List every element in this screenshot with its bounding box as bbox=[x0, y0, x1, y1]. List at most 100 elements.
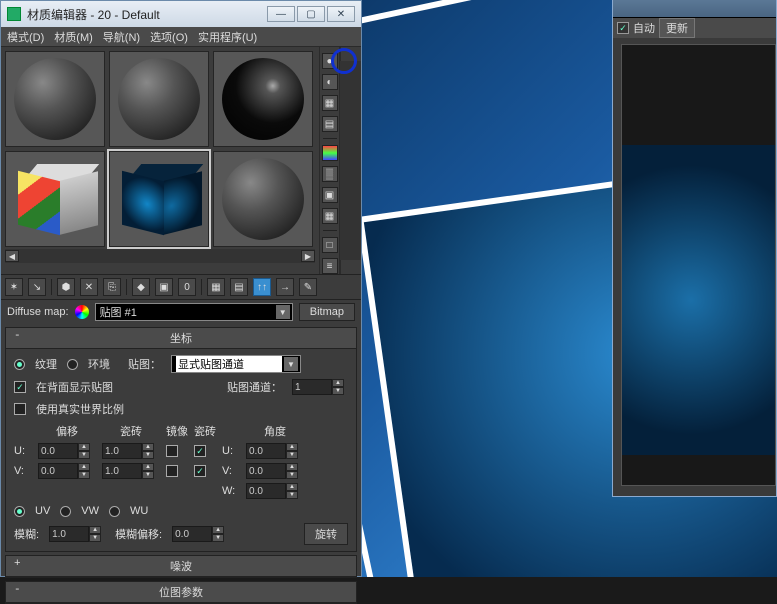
put-to-library-icon[interactable]: ▣ bbox=[155, 278, 173, 296]
preview-titlebar[interactable] bbox=[613, 0, 776, 18]
mirror-head: 镜像 bbox=[166, 423, 188, 439]
go-forward-icon[interactable]: → bbox=[276, 278, 294, 296]
material-map-nav-icon[interactable]: □ bbox=[322, 237, 338, 253]
scroll-right-icon[interactable]: ▶ bbox=[301, 250, 315, 262]
angle-head: 角度 bbox=[246, 423, 304, 439]
sample-scrollbar[interactable]: ◀ ▶ bbox=[5, 249, 315, 263]
v-offset-spinner[interactable]: ▲▼ bbox=[38, 463, 94, 479]
menu-options[interactable]: 选项(O) bbox=[150, 29, 188, 45]
lock-icon[interactable]: ≡ bbox=[322, 258, 338, 274]
make-preview-icon[interactable]: ▒ bbox=[322, 166, 338, 182]
show-in-viewport-icon[interactable]: ▦ bbox=[207, 278, 225, 296]
color-picker-icon[interactable] bbox=[75, 305, 89, 319]
v-label: V: bbox=[14, 465, 32, 477]
blur-offset-label: 模糊偏移: bbox=[115, 526, 162, 542]
close-button[interactable]: ✕ bbox=[327, 6, 355, 22]
blur-spinner[interactable]: ▲▼ bbox=[49, 526, 105, 542]
background-icon[interactable]: ▦ bbox=[322, 95, 338, 111]
vw-label: VW bbox=[81, 505, 99, 517]
backlight-icon[interactable]: ◐ bbox=[322, 74, 338, 90]
environ-label: 环境 bbox=[88, 356, 110, 372]
offset-head: 偏移 bbox=[38, 423, 96, 439]
rollup-header-coord[interactable]: - 坐标 bbox=[6, 328, 356, 349]
map-type-button[interactable]: Bitmap bbox=[299, 303, 355, 321]
go-to-parent-icon[interactable]: ↑↑ bbox=[253, 278, 271, 296]
pick-from-object-icon[interactable]: ✎ bbox=[299, 278, 317, 296]
me-titlebar[interactable]: 材质编辑器 - 20 - Default — ▢ ✕ bbox=[1, 1, 361, 27]
chevron-down-icon[interactable]: ▼ bbox=[284, 357, 298, 371]
sample-slot[interactable] bbox=[5, 51, 105, 147]
chevron-down-icon[interactable]: ▼ bbox=[276, 305, 290, 319]
material-id-icon[interactable]: 0 bbox=[178, 278, 196, 296]
menu-navigation[interactable]: 导航(N) bbox=[103, 29, 140, 45]
sample-type-icon[interactable]: ● bbox=[322, 53, 338, 69]
map-channel-spinner[interactable]: ▲▼ bbox=[292, 379, 348, 395]
w-ang-label: W: bbox=[222, 485, 240, 497]
sample-slot[interactable] bbox=[213, 51, 313, 147]
select-by-material-icon[interactable]: ▦ bbox=[322, 208, 338, 224]
rollup-header-bmp[interactable]: - 位图参数 bbox=[6, 582, 356, 603]
v-tile-checkbox[interactable] bbox=[194, 465, 206, 477]
wu-radio[interactable] bbox=[109, 506, 120, 517]
u-tiling-spinner[interactable]: ▲▼ bbox=[102, 443, 158, 459]
reset-map-icon[interactable]: ✕ bbox=[80, 278, 98, 296]
v-ang-label: V: bbox=[222, 465, 240, 477]
tiling-head: 瓷砖 bbox=[102, 423, 160, 439]
expand-icon: + bbox=[14, 558, 21, 570]
menu-bar: 模式(D) 材质(M) 导航(N) 选项(O) 实用程序(U) bbox=[1, 27, 361, 47]
wu-label: WU bbox=[130, 505, 148, 517]
blur-offset-spinner[interactable]: ▲▼ bbox=[172, 526, 228, 542]
maximize-button[interactable]: ▢ bbox=[297, 6, 325, 22]
preview-cube bbox=[621, 145, 776, 455]
scroll-left-icon[interactable]: ◀ bbox=[5, 250, 19, 262]
material-editor-window: 材质编辑器 - 20 - Default — ▢ ✕ 模式(D) 材质(M) 导… bbox=[0, 0, 362, 577]
rollup-header-noise[interactable]: + 噪波 bbox=[6, 556, 356, 577]
u-mirror-checkbox[interactable] bbox=[166, 445, 178, 457]
make-unique-icon[interactable]: ◆ bbox=[132, 278, 150, 296]
preview-canvas bbox=[621, 44, 776, 486]
menu-mode[interactable]: 模式(D) bbox=[7, 29, 44, 45]
show-on-back-checkbox[interactable] bbox=[14, 381, 26, 393]
auto-checkbox[interactable] bbox=[617, 22, 629, 34]
menu-material[interactable]: 材质(M) bbox=[54, 29, 93, 45]
mapping-combo[interactable]: 显式贴图通道 ▼ bbox=[171, 355, 301, 373]
channel-label: Diffuse map: bbox=[7, 306, 69, 318]
sample-slot-active[interactable] bbox=[109, 151, 209, 247]
u-ang-label: U: bbox=[222, 445, 240, 457]
map-name-combo[interactable]: 贴图 #1 ▼ bbox=[95, 303, 293, 321]
app-icon bbox=[7, 7, 21, 21]
texture-radio[interactable] bbox=[14, 359, 25, 370]
v-angle-spinner[interactable]: ▲▼ bbox=[246, 463, 302, 479]
mapping-value: 显式贴图通道 bbox=[176, 356, 282, 372]
put-to-scene-icon[interactable]: ↘ bbox=[28, 278, 46, 296]
vw-radio[interactable] bbox=[60, 506, 71, 517]
u-tile-checkbox[interactable] bbox=[194, 445, 206, 457]
menu-utilities[interactable]: 实用程序(U) bbox=[198, 29, 257, 45]
show-end-result-icon[interactable]: ▤ bbox=[230, 278, 248, 296]
collapse-icon: - bbox=[14, 330, 21, 342]
environ-radio[interactable] bbox=[67, 359, 78, 370]
w-angle-spinner[interactable]: ▲▼ bbox=[246, 483, 302, 499]
u-angle-spinner[interactable]: ▲▼ bbox=[246, 443, 302, 459]
minimize-button[interactable]: — bbox=[267, 6, 295, 22]
update-button[interactable]: 更新 bbox=[659, 18, 695, 38]
real-world-checkbox[interactable] bbox=[14, 403, 26, 415]
make-copy-icon[interactable]: ⎘ bbox=[103, 278, 121, 296]
v-tiling-spinner[interactable]: ▲▼ bbox=[102, 463, 158, 479]
uv-radio[interactable] bbox=[14, 506, 25, 517]
tile-head: 瓷砖 bbox=[194, 423, 216, 439]
sample-slot[interactable] bbox=[5, 151, 105, 247]
blur-label: 模糊: bbox=[14, 526, 39, 542]
sample-slot[interactable] bbox=[213, 151, 313, 247]
render-preview-window: 自动 更新 bbox=[612, 0, 777, 497]
uv-label: UV bbox=[35, 505, 50, 517]
v-mirror-checkbox[interactable] bbox=[166, 465, 178, 477]
assign-to-selection-icon[interactable]: ⬢ bbox=[57, 278, 75, 296]
u-offset-spinner[interactable]: ▲▼ bbox=[38, 443, 94, 459]
video-color-check-icon[interactable] bbox=[322, 145, 338, 161]
sample-slot[interactable] bbox=[109, 51, 209, 147]
sample-uv-icon[interactable]: ▤ bbox=[322, 116, 338, 132]
get-material-icon[interactable]: ✶ bbox=[5, 278, 23, 296]
rotate-button[interactable]: 旋转 bbox=[304, 523, 348, 545]
options-icon[interactable]: ▣ bbox=[322, 187, 338, 203]
